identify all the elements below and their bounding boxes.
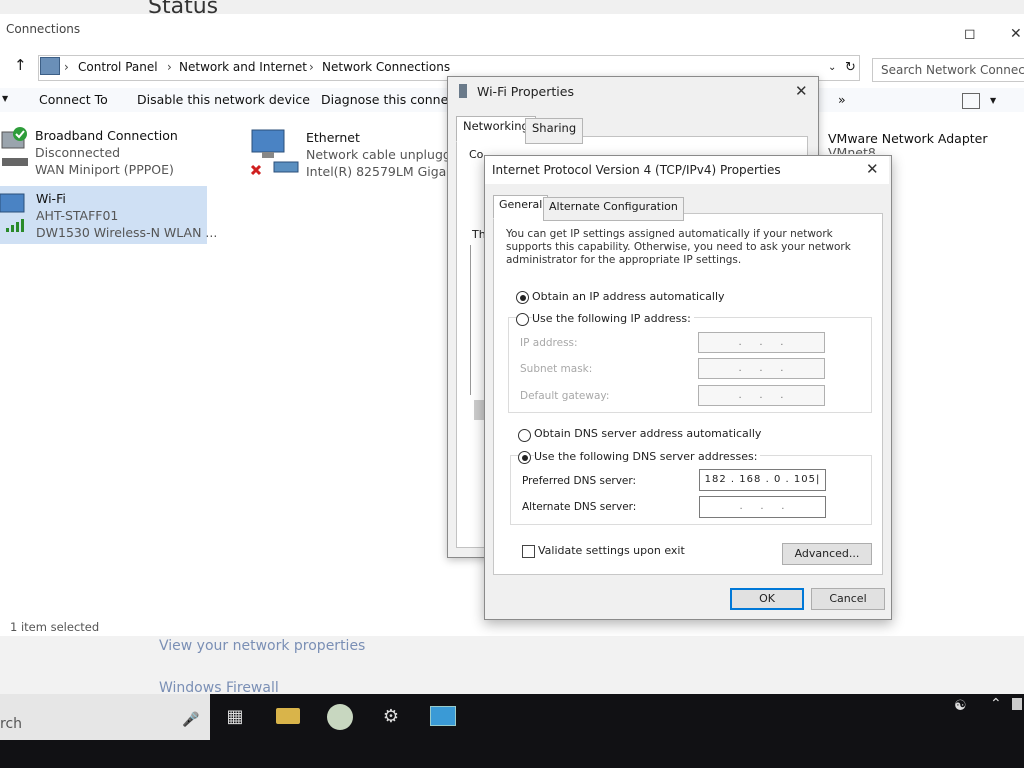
connect-using-label: Co (469, 148, 484, 161)
tray-chevron-up-icon[interactable]: ⌃ (990, 696, 1002, 712)
search-input[interactable]: Search Network Connections (872, 58, 1024, 82)
close-icon[interactable]: ✕ (1010, 26, 1022, 42)
connect-to-button[interactable]: Connect To (39, 92, 108, 107)
dns-octet-2: 168 (739, 474, 762, 485)
alternate-dns-label: Alternate DNS server: (522, 501, 637, 513)
organize-chevron-icon[interactable]: ▼ (2, 94, 8, 103)
vmware-adapter-name[interactable]: VMware Network Adapter (828, 131, 988, 146)
breadcrumb-network-connections[interactable]: Network Connections (322, 60, 450, 74)
up-arrow-icon[interactable]: ↑ (14, 56, 27, 74)
tab-networking[interactable]: Networking (456, 116, 536, 142)
subnet-mask-field: . . . (698, 358, 825, 379)
subnet-mask-label: Subnet mask: (520, 363, 593, 375)
alternate-dns-field[interactable]: . . . (699, 496, 826, 518)
default-gateway-label: Default gateway: (520, 390, 610, 402)
broadband-connection-item[interactable] (0, 126, 34, 174)
breadcrumb-separator-icon: › (167, 60, 172, 74)
use-dns-radio[interactable] (518, 451, 531, 464)
preferred-dns-field[interactable]: 182 . 168 . 0 . 105| (699, 469, 826, 491)
network-tray-icon[interactable] (1012, 698, 1022, 710)
tab-alternate-configuration[interactable]: Alternate Configuration (543, 197, 684, 221)
window-title: Connections (6, 22, 81, 36)
ok-button[interactable]: OK (730, 588, 804, 610)
ethernet-icon (250, 129, 299, 176)
use-ip-label[interactable]: Use the following IP address: (532, 312, 694, 325)
view-chevron-icon[interactable]: ▼ (990, 96, 996, 105)
preferred-dns-label: Preferred DNS server: (522, 475, 637, 487)
task-view-icon[interactable]: ▦ (222, 706, 248, 728)
obtain-ip-auto-label[interactable]: Obtain an IP address automatically (532, 290, 725, 303)
taskbar-search-box[interactable] (0, 694, 210, 740)
view-options-icon[interactable] (962, 93, 980, 109)
obtain-dns-auto-label[interactable]: Obtain DNS server address automatically (534, 427, 761, 440)
control-panel-icon (40, 57, 60, 75)
obtain-ip-auto-radio[interactable] (516, 291, 529, 304)
wifi-dialog-title: Wi-Fi Properties (477, 84, 574, 99)
cancel-button[interactable]: Cancel (811, 588, 885, 610)
validate-checkbox[interactable] (522, 545, 535, 558)
obtain-dns-auto-radio[interactable] (518, 429, 531, 442)
diagnose-button[interactable]: Diagnose this connecti (321, 92, 464, 107)
connection-status: Network cable unplugged (306, 147, 467, 162)
people-icon[interactable]: ☯ (954, 698, 967, 714)
connection-name: Ethernet (306, 130, 360, 145)
close-icon[interactable]: ✕ (866, 160, 879, 178)
advanced-button[interactable]: Advanced... (782, 543, 872, 565)
settings-gear-icon[interactable]: ⚙ (378, 706, 404, 728)
ip-address-label: IP address: (520, 337, 578, 349)
tab-general[interactable]: General (493, 195, 549, 219)
browser-icon[interactable] (327, 704, 353, 730)
breadcrumb-separator-icon: › (309, 60, 314, 74)
use-ip-radio[interactable] (516, 313, 529, 326)
connection-status: Disconnected (35, 145, 121, 160)
dns-octet-1: 182 (704, 474, 727, 485)
wifi-dialog-icon (459, 84, 467, 98)
bottom-pane (0, 636, 1024, 694)
vmware-adapter-status: VMnet8 (828, 145, 876, 154)
breadcrumb-separator-icon: › (64, 60, 69, 74)
connection-device: WAN Miniport (PPPOE) (35, 162, 174, 177)
connection-device: DW1530 Wireless-N WLAN ... (36, 225, 218, 240)
broadband-icon (1, 127, 28, 166)
microphone-icon[interactable]: 🎤 (182, 712, 199, 728)
dns-octet-4: 105 (793, 474, 816, 485)
close-icon[interactable]: ✕ (795, 82, 808, 100)
ip-settings-description: You can get IP settings assigned automat… (506, 228, 851, 266)
refresh-icon[interactable]: ↻ (845, 60, 856, 75)
view-network-properties-link[interactable]: View your network properties (159, 638, 365, 654)
use-dns-label[interactable]: Use the following DNS server addresses: (534, 450, 761, 463)
status-bar-text: 1 item selected (10, 620, 100, 634)
connection-status: AHT-STAFF01 (36, 208, 119, 223)
wifi-icon (0, 190, 34, 238)
validate-label[interactable]: Validate settings upon exit (538, 544, 685, 557)
ip-address-field: . . . (698, 332, 825, 353)
dns-octet-3: 0 (773, 474, 782, 485)
taskbar-search-text: rch (0, 716, 23, 732)
components-list[interactable] (470, 245, 485, 395)
maximize-icon[interactable]: ◻ (964, 26, 976, 42)
ipv4-dialog-title: Internet Protocol Version 4 (TCP/IPv4) P… (492, 163, 781, 177)
file-explorer-icon[interactable] (276, 708, 300, 724)
tab-sharing[interactable]: Sharing (525, 118, 584, 144)
ethernet-item[interactable] (250, 128, 302, 178)
connection-name: Broadband Connection (35, 128, 178, 143)
breadcrumb-network-and-internet[interactable]: Network and Internet (179, 60, 307, 74)
more-commands-icon[interactable]: » (838, 92, 846, 107)
disable-device-button[interactable]: Disable this network device (137, 92, 310, 107)
breadcrumb-control-panel[interactable]: Control Panel (78, 60, 158, 74)
connection-name: Wi-Fi (36, 191, 66, 206)
chevron-down-icon[interactable]: ⌄ (828, 62, 836, 73)
network-connections-app-icon[interactable] (430, 706, 456, 726)
default-gateway-field: . . . (698, 385, 825, 406)
